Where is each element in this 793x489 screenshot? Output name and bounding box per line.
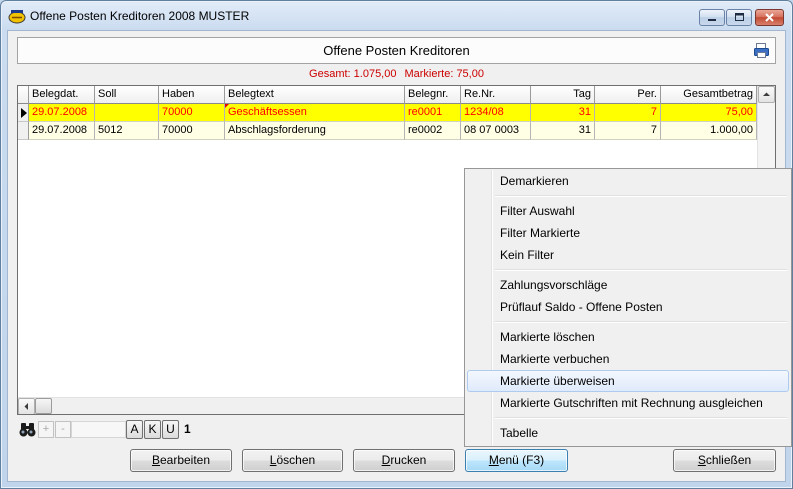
menu-item-filter-markierte[interactable]: Filter Markierte: [467, 222, 789, 244]
scroll-up-button[interactable]: [758, 86, 775, 103]
record-count: 1: [184, 422, 191, 436]
column-header-per[interactable]: Per.: [595, 86, 661, 104]
cell-tag[interactable]: 31: [531, 122, 595, 140]
filter-a-button[interactable]: A: [126, 420, 143, 439]
edit-button[interactable]: Bearbeiten: [130, 449, 232, 472]
cell-per[interactable]: 7: [595, 122, 661, 140]
table-row[interactable]: 29.07.2008 70000 Geschäftsessen re0001 1…: [18, 104, 757, 122]
cell-note-marker-icon: [225, 104, 229, 108]
cell-belegtext[interactable]: Geschäftsessen: [225, 104, 405, 122]
menu-button-label: Menü (F3): [488, 453, 545, 467]
window-title: Offene Posten Kreditoren 2008 MUSTER: [30, 9, 250, 23]
cell-tag[interactable]: 31: [531, 104, 595, 122]
filter-u-button[interactable]: U: [162, 420, 179, 439]
filter-k-button[interactable]: K: [144, 420, 161, 439]
context-menu[interactable]: Demarkieren Filter Auswahl Filter Markie…: [464, 168, 792, 447]
cell-renr[interactable]: 08 07 0003: [461, 122, 531, 140]
column-header-soll[interactable]: Soll: [95, 86, 159, 104]
menu-button[interactable]: Menü (F3): [465, 449, 568, 472]
close-window-button[interactable]: [755, 9, 784, 26]
arrow-up-icon: [763, 92, 770, 96]
totals-line: Gesamt: 1.075,00 Markierte: 75,00: [17, 67, 776, 81]
menu-item-gutschriften-ausgleichen[interactable]: Markierte Gutschriften mit Rechnung ausg…: [467, 392, 789, 414]
arrow-left-icon: [24, 403, 28, 410]
menu-separator: [467, 266, 789, 274]
menu-item-markierte-ueberweisen[interactable]: Markierte überweisen: [467, 370, 789, 392]
edit-button-label: Bearbeiten: [151, 453, 211, 467]
delete-button[interactable]: Löschen: [242, 449, 343, 472]
page-header: Offene Posten Kreditoren: [17, 37, 776, 64]
menu-item-demarkieren[interactable]: Demarkieren: [467, 170, 789, 192]
cell-per[interactable]: 7: [595, 104, 661, 122]
row-indicator-header: [18, 86, 29, 104]
menu-item-markierte-loeschen[interactable]: Markierte löschen: [467, 326, 789, 348]
column-header-belegnr[interactable]: Belegnr.: [405, 86, 461, 104]
search-input[interactable]: [71, 421, 126, 438]
cell-soll[interactable]: 5012: [95, 122, 159, 140]
maximize-icon: [735, 13, 744, 21]
close-icon: [765, 13, 774, 22]
grid-header-row: Belegdat. Soll Haben Belegtext Belegnr. …: [18, 86, 757, 104]
menu-separator: [467, 318, 789, 326]
remove-record-button[interactable]: -: [55, 421, 71, 438]
page-title: Offene Posten Kreditoren: [323, 43, 470, 58]
cell-gesamtbetrag[interactable]: 75,00: [661, 104, 757, 122]
column-header-haben[interactable]: Haben: [159, 86, 225, 104]
cell-renr[interactable]: 1234/08: [461, 104, 531, 122]
app-logo-icon[interactable]: [8, 8, 26, 24]
row-indicator[interactable]: [18, 122, 29, 140]
column-header-gesamtbetrag[interactable]: Gesamtbetrag: [661, 86, 757, 104]
minimize-button[interactable]: [699, 9, 725, 26]
current-row-arrow-icon: [21, 108, 27, 118]
column-header-belegdat[interactable]: Belegdat.: [29, 86, 95, 104]
delete-button-label: Löschen: [269, 453, 316, 467]
cell-belegdat[interactable]: 29.07.2008: [29, 104, 95, 122]
column-header-renr[interactable]: Re.Nr.: [461, 86, 531, 104]
binoculars-icon[interactable]: [19, 421, 36, 438]
cell-belegdat[interactable]: 29.07.2008: [29, 122, 95, 140]
cell-haben[interactable]: 70000: [159, 122, 225, 140]
column-header-tag[interactable]: Tag: [531, 86, 595, 104]
marked-amount: Markierte: 75,00: [404, 68, 484, 80]
close-button-label: Schließen: [697, 453, 752, 467]
cell-belegnr[interactable]: re0002: [405, 122, 461, 140]
menu-item-kein-filter[interactable]: Kein Filter: [467, 244, 789, 266]
add-record-button[interactable]: +: [38, 421, 54, 438]
table-row[interactable]: 29.07.2008 5012 70000 Abschlagsforderung…: [18, 122, 757, 140]
scroll-left-button[interactable]: [18, 398, 35, 414]
cell-haben[interactable]: 70000: [159, 104, 225, 122]
cell-gesamtbetrag[interactable]: 1.000,00: [661, 122, 757, 140]
menu-separator: [467, 192, 789, 200]
print-button[interactable]: Drucken: [353, 449, 455, 472]
close-button[interactable]: Schließen: [673, 449, 776, 472]
menu-item-markierte-verbuchen[interactable]: Markierte verbuchen: [467, 348, 789, 370]
menu-item-prueflauf-saldo[interactable]: Prüflauf Saldo - Offene Posten: [467, 296, 789, 318]
print-export-icon[interactable]: [753, 42, 770, 59]
menu-item-zahlungsvorschlaege[interactable]: Zahlungsvorschläge: [467, 274, 789, 296]
minimize-icon: [708, 19, 716, 21]
cell-belegnr[interactable]: re0001: [405, 104, 461, 122]
menu-item-filter-auswahl[interactable]: Filter Auswahl: [467, 200, 789, 222]
maximize-button[interactable]: [726, 9, 752, 26]
row-indicator[interactable]: [18, 104, 29, 122]
column-header-belegtext[interactable]: Belegtext: [225, 86, 405, 104]
menu-item-tabelle[interactable]: Tabelle: [467, 422, 789, 444]
scroll-thumb[interactable]: [35, 398, 52, 414]
cell-belegtext[interactable]: Abschlagsforderung: [225, 122, 405, 140]
print-button-label: Drucken: [381, 453, 427, 467]
cell-soll[interactable]: [95, 104, 159, 122]
total-amount: Gesamt: 1.075,00: [309, 68, 397, 80]
menu-separator: [467, 414, 789, 422]
